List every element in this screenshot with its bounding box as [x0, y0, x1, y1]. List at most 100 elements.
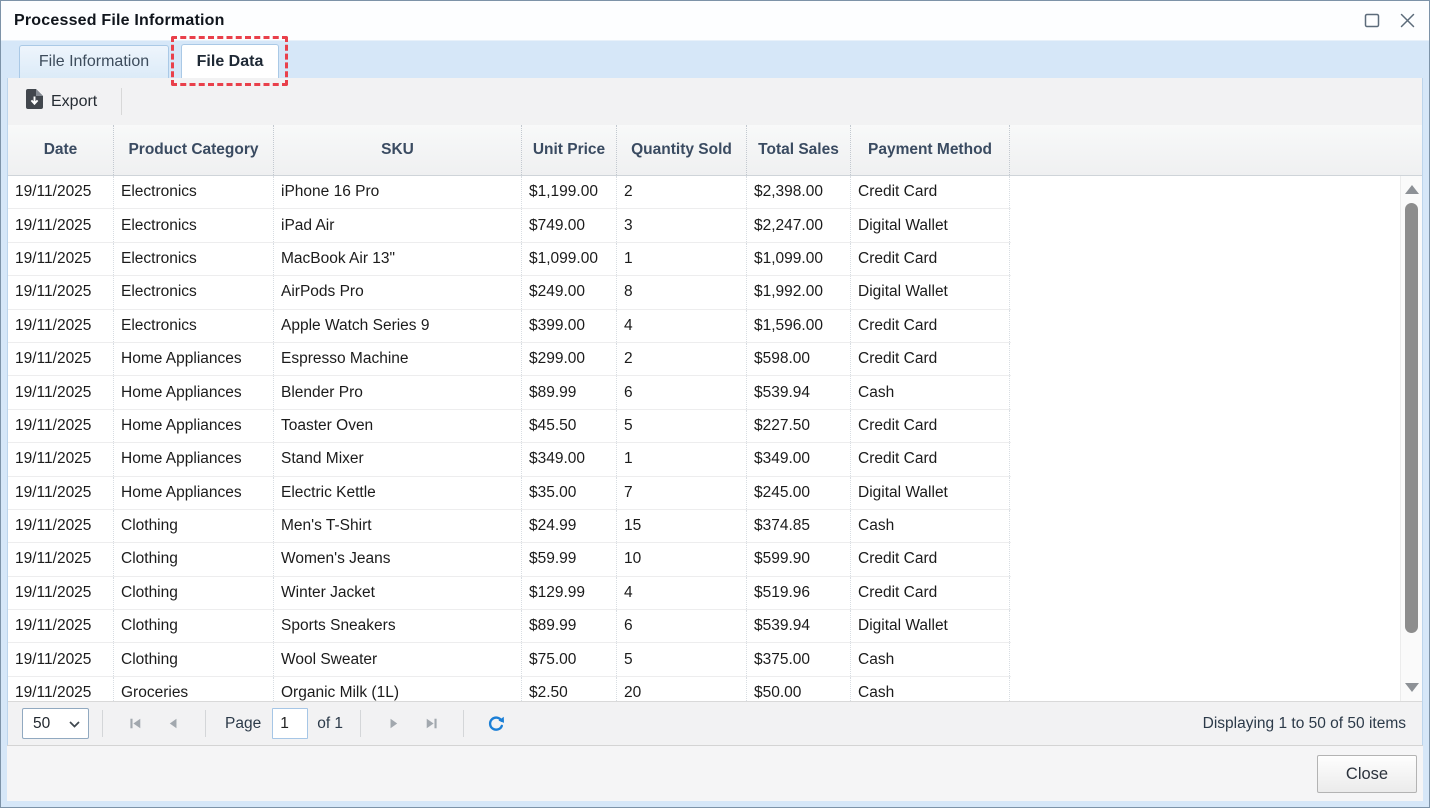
export-button[interactable]: Export [18, 84, 105, 119]
table-cell: $519.96 [747, 577, 851, 609]
table-cell: Toaster Oven [274, 410, 522, 442]
table-cell: 19/11/2025 [8, 243, 114, 275]
table-cell: Apple Watch Series 9 [274, 310, 522, 342]
table-row[interactable]: 19/11/2025GroceriesOrganic Milk (1L)$2.5… [8, 677, 1011, 701]
table-cell: Digital Wallet [851, 610, 1010, 642]
table-cell: Credit Card [851, 577, 1010, 609]
table-row[interactable]: 19/11/2025ElectronicsiPad Air$749.003$2,… [8, 209, 1011, 242]
table-cell: $75.00 [522, 643, 617, 675]
scroll-down-arrow-icon[interactable] [1405, 683, 1419, 692]
table-cell: Organic Milk (1L) [274, 677, 522, 701]
table-cell: $2,247.00 [747, 209, 851, 241]
paging-separator [360, 710, 361, 737]
table-cell: $749.00 [522, 209, 617, 241]
last-page-button[interactable] [419, 712, 443, 736]
table-cell: Espresso Machine [274, 343, 522, 375]
vertical-scrollbar[interactable] [1400, 176, 1422, 701]
table-row[interactable]: 19/11/2025ClothingWinter Jacket$129.994$… [8, 577, 1011, 610]
table-row[interactable]: 19/11/2025ClothingWool Sweater$75.005$37… [8, 643, 1011, 676]
window-controls [1362, 1, 1417, 40]
first-page-button[interactable] [123, 712, 147, 736]
table-row[interactable]: 19/11/2025Home AppliancesElectric Kettle… [8, 477, 1011, 510]
table-cell: 3 [617, 209, 747, 241]
maximize-icon[interactable] [1362, 11, 1382, 31]
table-cell: 19/11/2025 [8, 343, 114, 375]
column-header[interactable]: Unit Price [522, 125, 617, 175]
tab-file-data[interactable]: File Data [181, 44, 279, 78]
table-cell: Cash [851, 677, 1010, 701]
table-cell: 19/11/2025 [8, 209, 114, 241]
table-cell: $539.94 [747, 376, 851, 408]
table-cell: 8 [617, 276, 747, 308]
table-cell: Sports Sneakers [274, 610, 522, 642]
table-cell: iPad Air [274, 209, 522, 241]
column-header[interactable]: Product Category [114, 125, 274, 175]
close-icon[interactable] [1397, 11, 1417, 31]
column-header[interactable]: Payment Method [851, 125, 1010, 175]
table-cell: $1,596.00 [747, 310, 851, 342]
page-size-select[interactable]: 50 [22, 708, 89, 739]
table-cell: $50.00 [747, 677, 851, 701]
table-cell: Clothing [114, 510, 274, 542]
table-cell: Cash [851, 376, 1010, 408]
table-cell: 1 [617, 443, 747, 475]
column-header[interactable]: Quantity Sold [617, 125, 747, 175]
table-cell: $45.50 [522, 410, 617, 442]
table-cell: $89.99 [522, 376, 617, 408]
paging-toolbar: 50 Page of 1 [8, 701, 1422, 745]
page-size-value: 50 [33, 715, 50, 733]
page-number-input[interactable] [272, 708, 308, 739]
table-row[interactable]: 19/11/2025Home AppliancesBlender Pro$89.… [8, 376, 1011, 409]
table-cell: $399.00 [522, 310, 617, 342]
file-data-panel: Export DateProduct CategorySKUUnit Price… [7, 78, 1423, 745]
previous-page-button[interactable] [161, 712, 185, 736]
table-cell: Electronics [114, 209, 274, 241]
table-row[interactable]: 19/11/2025ElectronicsApple Watch Series … [8, 310, 1011, 343]
close-button[interactable]: Close [1317, 755, 1417, 793]
table-row[interactable]: 19/11/2025ElectronicsAirPods Pro$249.008… [8, 276, 1011, 309]
table-cell: Credit Card [851, 176, 1010, 208]
table-cell: Stand Mixer [274, 443, 522, 475]
table-cell: Electronics [114, 243, 274, 275]
file-download-icon [26, 89, 43, 114]
scroll-up-arrow-icon[interactable] [1405, 185, 1419, 194]
table-cell: $35.00 [522, 477, 617, 509]
table-row[interactable]: 19/11/2025ClothingWomen's Jeans$59.9910$… [8, 543, 1011, 576]
table-row[interactable]: 19/11/2025ClothingMen's T-Shirt$24.9915$… [8, 510, 1011, 543]
table-cell: MacBook Air 13" [274, 243, 522, 275]
table-row[interactable]: 19/11/2025Home AppliancesEspresso Machin… [8, 343, 1011, 376]
refresh-icon[interactable] [484, 712, 508, 736]
table-cell: Digital Wallet [851, 209, 1010, 241]
dialog-footer: Close [7, 745, 1423, 801]
column-header[interactable]: SKU [274, 125, 522, 175]
table-cell: Cash [851, 510, 1010, 542]
table-cell: Home Appliances [114, 410, 274, 442]
scrollbar-thumb[interactable] [1405, 203, 1418, 633]
column-header[interactable]: Total Sales [747, 125, 851, 175]
table-cell: $599.90 [747, 543, 851, 575]
table-cell: $227.50 [747, 410, 851, 442]
column-header[interactable]: Date [8, 125, 114, 175]
table-cell: $349.00 [522, 443, 617, 475]
table-cell: 19/11/2025 [8, 310, 114, 342]
table-cell: Credit Card [851, 243, 1010, 275]
display-status-text: Displaying 1 to 50 of 50 items [1203, 715, 1412, 733]
table-row[interactable]: 19/11/2025Home AppliancesToaster Oven$45… [8, 410, 1011, 443]
table-cell: Groceries [114, 677, 274, 701]
table-cell: Credit Card [851, 543, 1010, 575]
table-cell: 15 [617, 510, 747, 542]
export-button-label: Export [51, 93, 97, 111]
tab-file-information[interactable]: File Information [19, 45, 169, 78]
table-cell: AirPods Pro [274, 276, 522, 308]
table-row[interactable]: 19/11/2025Home AppliancesStand Mixer$349… [8, 443, 1011, 476]
table-cell: 19/11/2025 [8, 477, 114, 509]
table-cell: 6 [617, 610, 747, 642]
table-row[interactable]: 19/11/2025ClothingSports Sneakers$89.996… [8, 610, 1011, 643]
next-page-button[interactable] [381, 712, 405, 736]
table-row[interactable]: 19/11/2025ElectronicsMacBook Air 13"$1,0… [8, 243, 1011, 276]
table-row[interactable]: 19/11/2025ElectronicsiPhone 16 Pro$1,199… [8, 176, 1011, 209]
table-cell: Electronics [114, 310, 274, 342]
table-cell: 19/11/2025 [8, 376, 114, 408]
table-cell: Women's Jeans [274, 543, 522, 575]
processed-file-information-dialog: Processed File Information File Informat… [0, 0, 1430, 808]
